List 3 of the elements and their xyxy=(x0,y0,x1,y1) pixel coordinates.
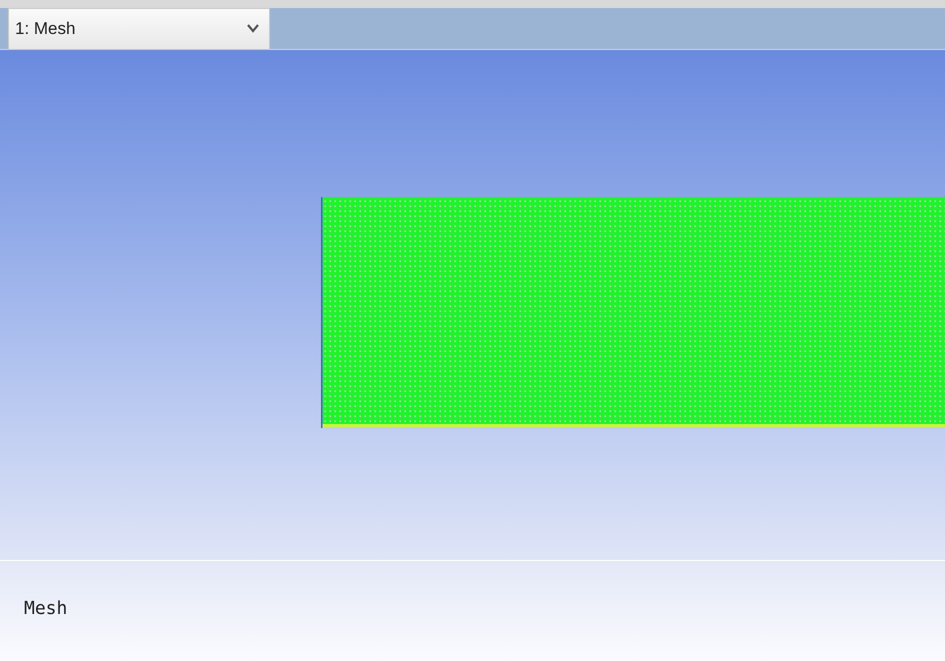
chevron-down-icon xyxy=(247,24,259,33)
viewport-label: Mesh xyxy=(24,596,68,620)
view-dropdown[interactable]: 1: Mesh xyxy=(8,8,270,50)
